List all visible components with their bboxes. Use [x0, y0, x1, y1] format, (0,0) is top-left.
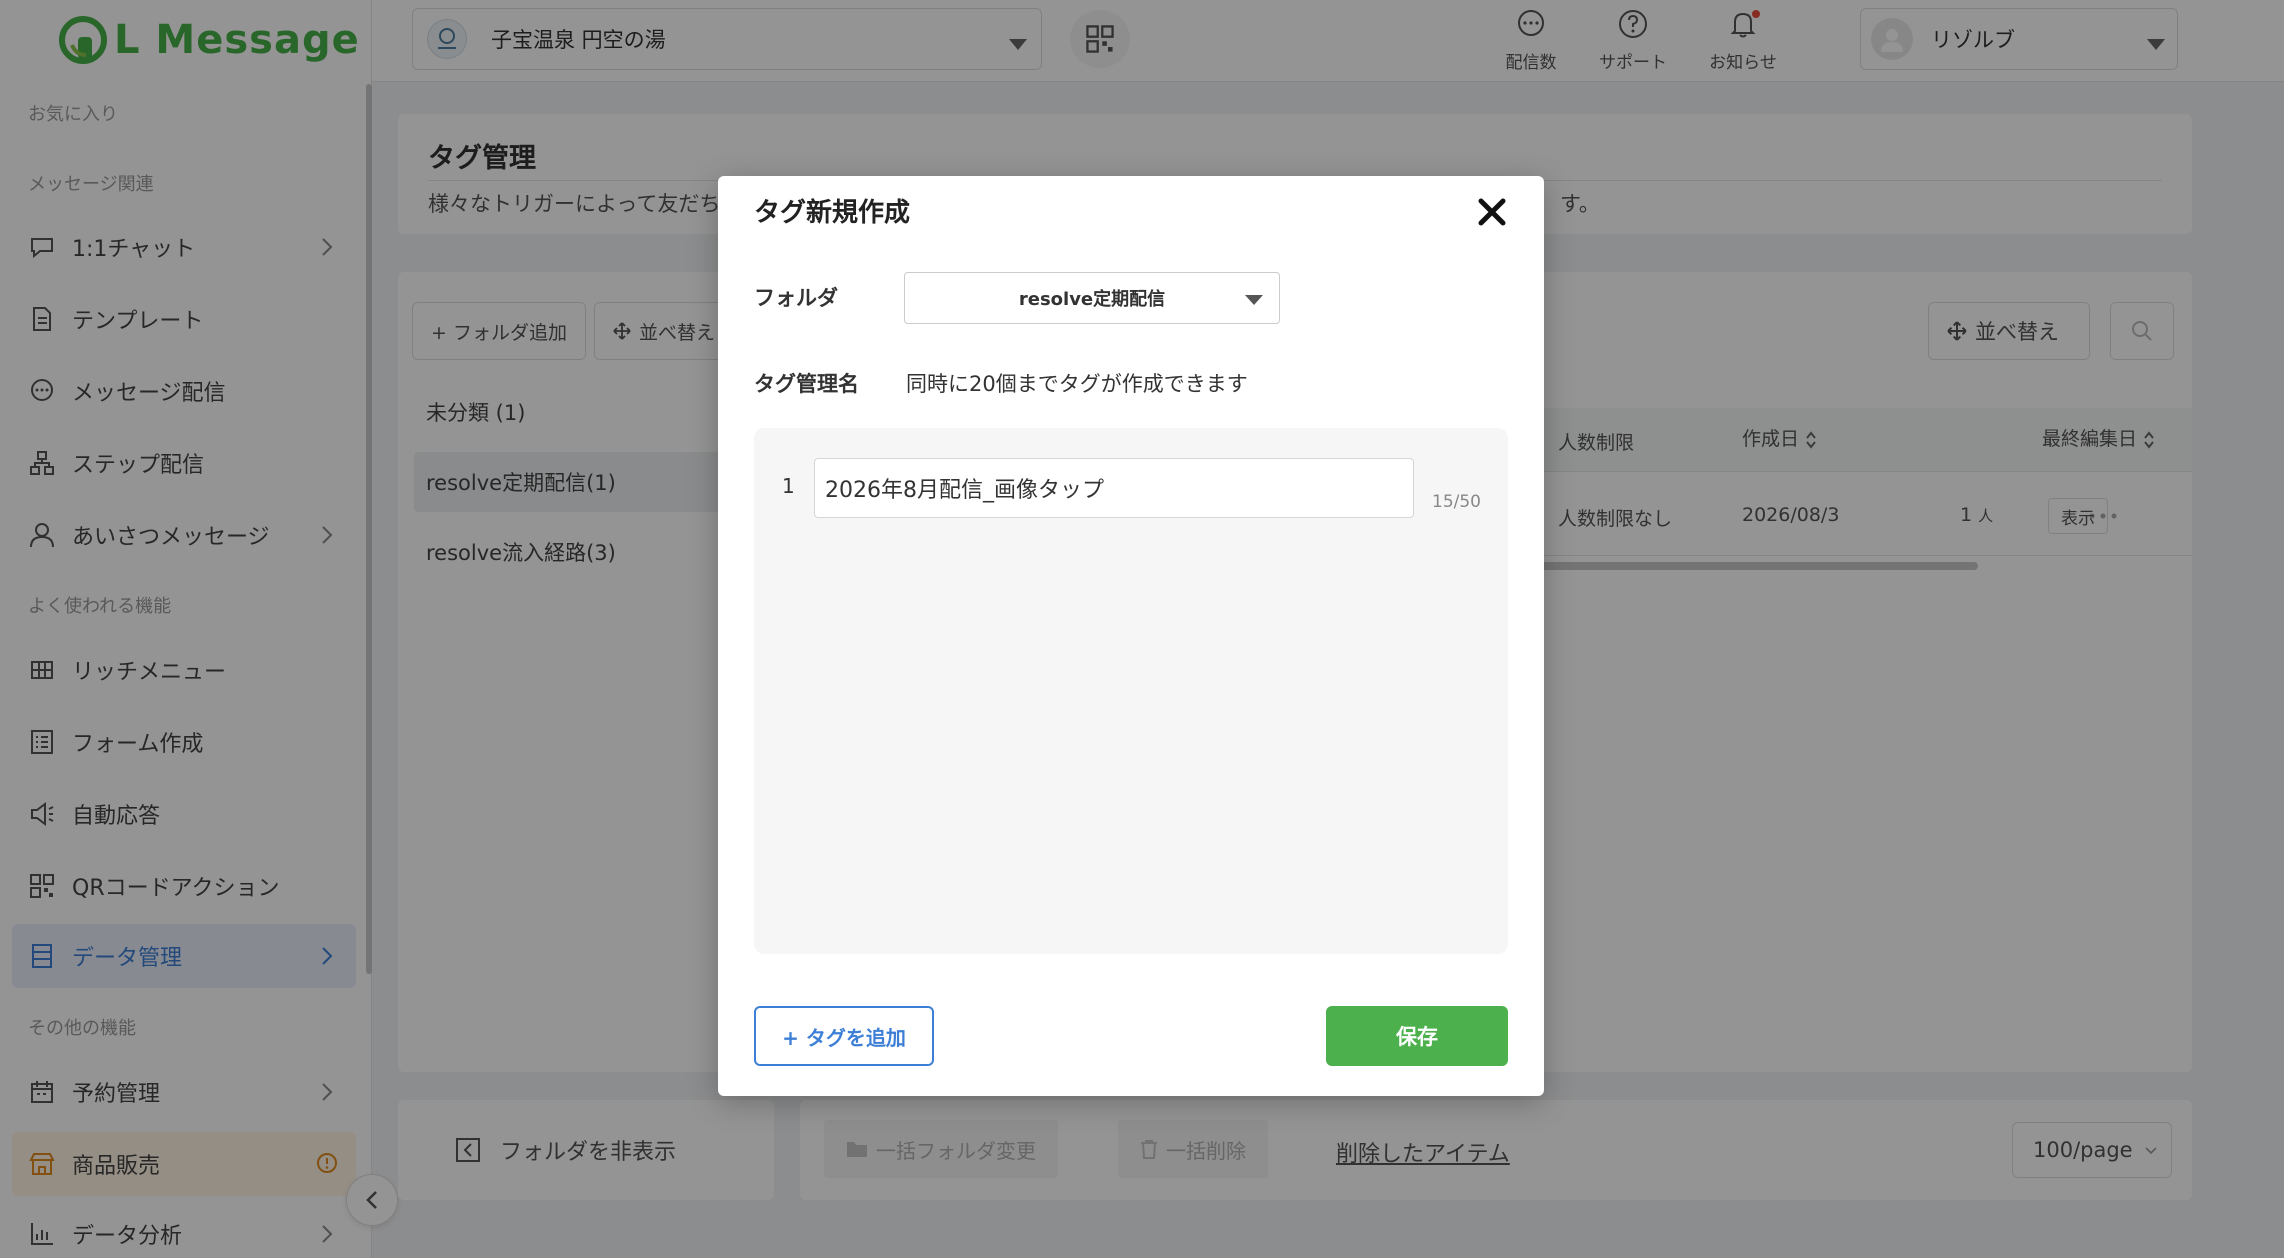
caret-down-icon: [1245, 295, 1263, 305]
save-button[interactable]: 保存: [1326, 1006, 1508, 1066]
tag-index: 1: [782, 474, 795, 498]
add-tag-button[interactable]: + タグを追加: [754, 1006, 934, 1066]
tag-name-input[interactable]: [814, 458, 1414, 518]
tag-limit-hint: 同時に20個までタグが作成できます: [906, 372, 1248, 396]
modal-title: タグ新規作成: [754, 198, 911, 228]
create-tag-modal: タグ新規作成 フォルダ resolve定期配信 タグ管理名 同時に20個までタグ…: [718, 176, 1544, 1096]
character-count: 15/50: [1432, 492, 1481, 512]
close-icon[interactable]: [1476, 196, 1508, 228]
tag-input-area: 1 15/50: [754, 428, 1508, 954]
tag-name-label: タグ管理名: [754, 372, 859, 396]
folder-select[interactable]: resolve定期配信: [904, 272, 1280, 324]
folder-label: フォルダ: [754, 286, 838, 310]
folder-select-value: resolve定期配信: [1018, 289, 1166, 310]
